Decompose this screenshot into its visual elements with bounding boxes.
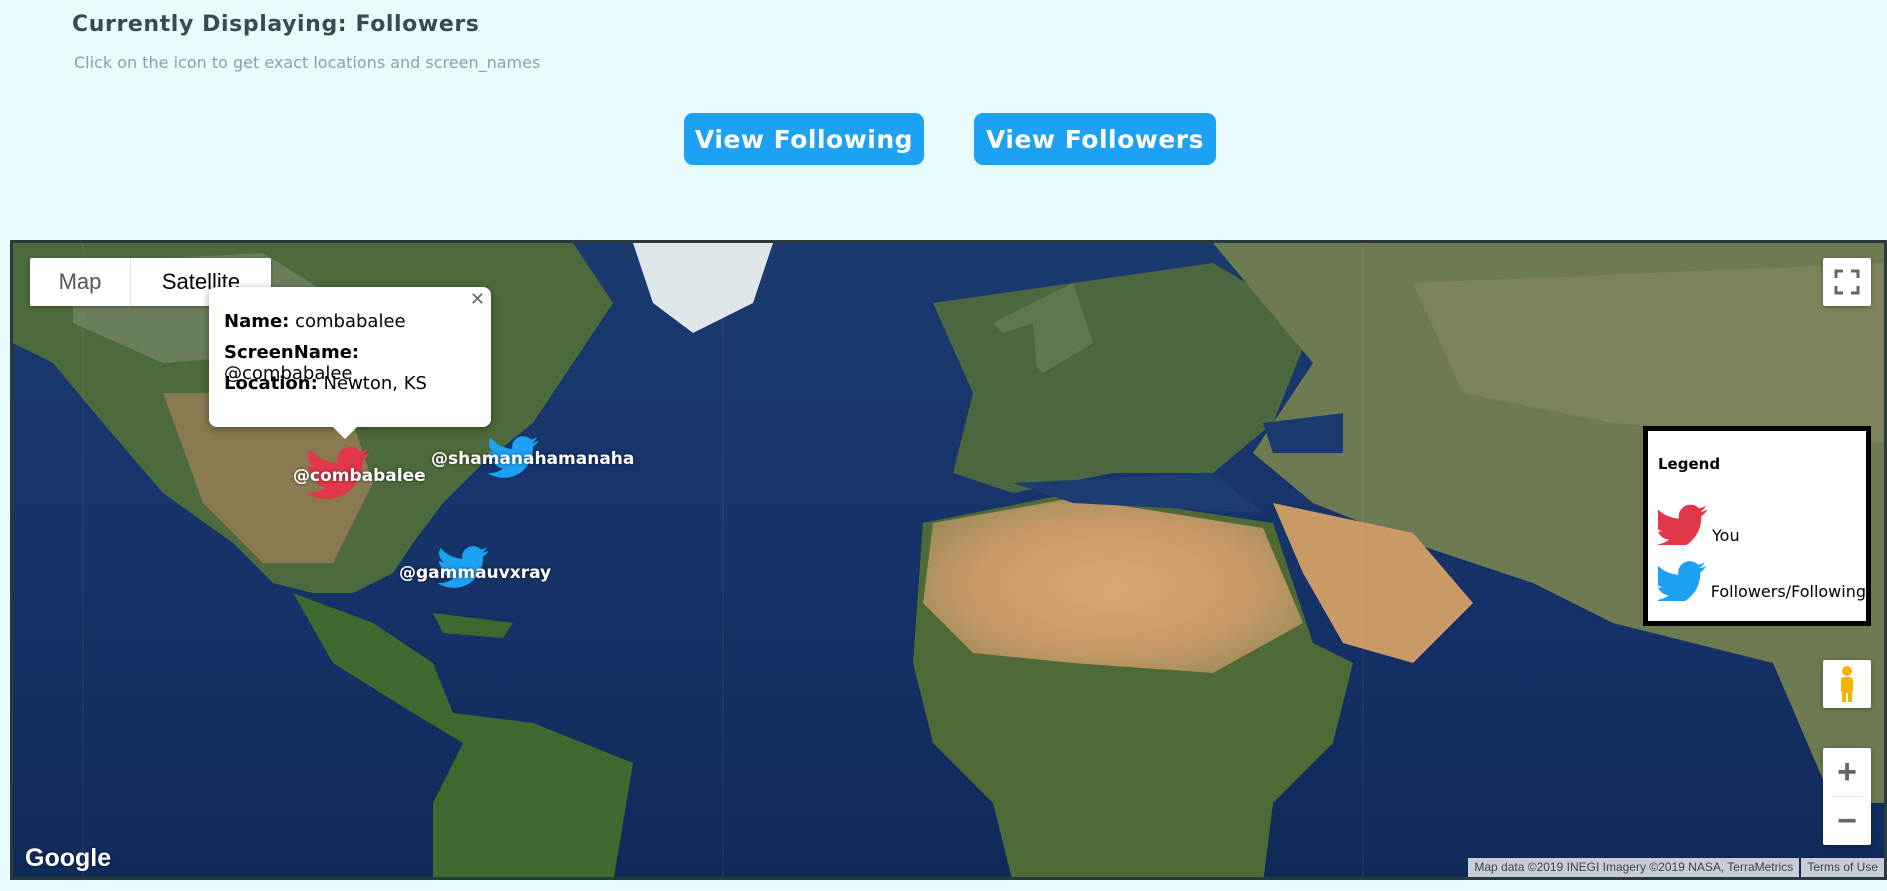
view-followers-button[interactable]: View Followers bbox=[974, 113, 1216, 165]
google-logo: Google bbox=[25, 844, 112, 872]
page-subtitle: Click on the icon to get exact locations… bbox=[74, 53, 541, 72]
twitter-bird-icon bbox=[1658, 561, 1707, 601]
zoom-control: + − bbox=[1823, 748, 1871, 845]
info-window: ✕ Name: combabalee ScreenName: @combabal… bbox=[209, 287, 491, 439]
fullscreen-button[interactable] bbox=[1823, 258, 1871, 306]
zoom-out-button[interactable]: − bbox=[1823, 797, 1871, 845]
map-data-attribution: Map data ©2019 INEGI Imagery ©2019 NASA,… bbox=[1468, 858, 1800, 877]
screen-name-label: ScreenName: bbox=[224, 342, 360, 363]
location-label: Location: bbox=[224, 373, 318, 394]
twitter-bird-icon bbox=[1658, 504, 1708, 545]
street-view-pegman-button[interactable] bbox=[1823, 660, 1871, 708]
legend-item-you: You bbox=[1658, 489, 1866, 545]
close-icon[interactable]: ✕ bbox=[470, 289, 485, 310]
location-value: Newton, KS bbox=[323, 373, 427, 394]
name-value: combabalee bbox=[295, 311, 406, 332]
legend-title: Legend bbox=[1658, 455, 1721, 473]
info-window-tail bbox=[333, 427, 357, 439]
fullscreen-icon bbox=[1834, 269, 1860, 295]
page-title: Currently Displaying: Followers bbox=[72, 12, 480, 37]
legend-item-followers: Followers/Following bbox=[1658, 545, 1866, 601]
legend: Legend You Followers/Following bbox=[1643, 426, 1871, 626]
name-label: Name: bbox=[224, 311, 290, 332]
pegman-icon bbox=[1841, 666, 1853, 702]
marker-label[interactable]: @shamanahamanaha bbox=[431, 449, 634, 469]
view-following-button[interactable]: View Following bbox=[684, 113, 924, 165]
marker-label[interactable]: @combabalee bbox=[293, 466, 426, 486]
map-type-map-button[interactable]: Map bbox=[30, 258, 131, 306]
map-attribution: Map data ©2019 INEGI Imagery ©2019 NASA,… bbox=[1466, 858, 1884, 877]
terms-of-use-link[interactable]: Terms of Use bbox=[1801, 858, 1884, 877]
legend-label-you: You bbox=[1712, 526, 1740, 545]
zoom-in-button[interactable]: + bbox=[1823, 748, 1871, 796]
marker-label[interactable]: @gammauvxray bbox=[399, 563, 551, 583]
legend-label-followers: Followers/Following bbox=[1710, 582, 1866, 601]
map-container[interactable]: @combabalee @shamanahamanaha @gammauvxra… bbox=[10, 240, 1887, 880]
